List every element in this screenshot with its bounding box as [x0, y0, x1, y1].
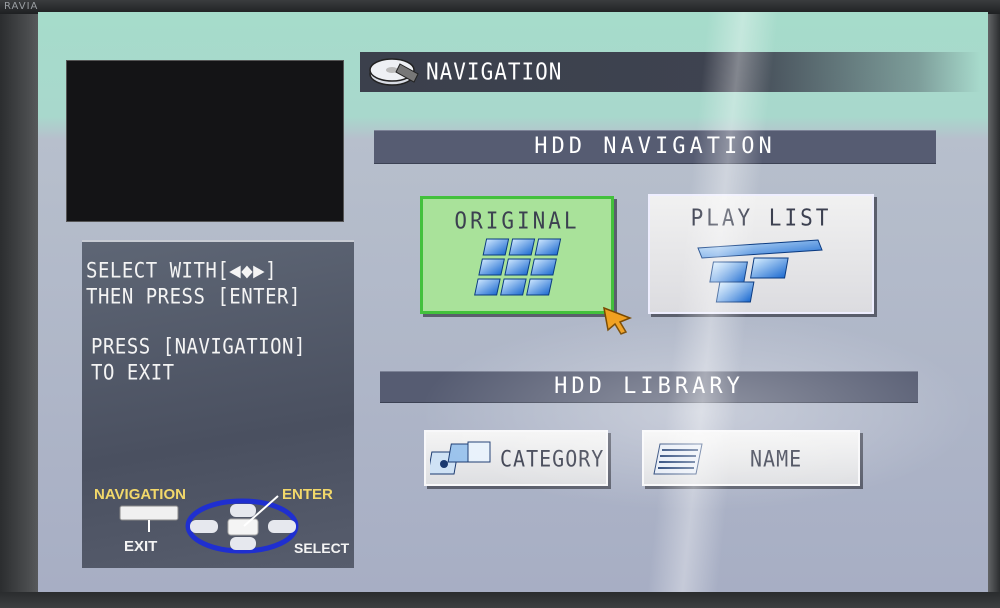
- category-icon: [430, 441, 491, 475]
- dpad-left-icon: [190, 520, 218, 533]
- original-label: ORIGINAL: [454, 207, 580, 235]
- remote-control-diagram: [119, 495, 299, 554]
- original-tile[interactable]: ORIGINAL: [420, 196, 614, 314]
- category-label: CATEGORY: [500, 445, 605, 473]
- dpad-enter-icon: [227, 518, 259, 536]
- video-preview: [66, 60, 344, 222]
- name-list-icon: [653, 443, 703, 475]
- tv-screen: SELECT WITH[◀◆▶] THEN PRESS [ENTER] PRES…: [38, 12, 988, 592]
- help-line-press-navigation: PRESS [NAVIGATION]: [91, 334, 306, 360]
- tv-brand-label: RAVIA: [4, 1, 39, 12]
- hdd-icon: [369, 58, 419, 86]
- navigation-button-icon: [119, 505, 179, 521]
- hdd-navigation-bar: HDD NAVIGATION: [374, 130, 936, 164]
- hdd-library-bar: HDD LIBRARY: [380, 371, 918, 403]
- original-grid-icon: [474, 238, 562, 296]
- help-line-select: SELECT WITH[◀◆▶]: [86, 258, 278, 284]
- category-button[interactable]: CATEGORY: [424, 430, 608, 486]
- page-title: NAVIGATION: [426, 58, 563, 86]
- dpad-up-icon: [230, 504, 256, 517]
- dpad-right-icon: [268, 520, 296, 533]
- help-panel: SELECT WITH[◀◆▶] THEN PRESS [ENTER] PRES…: [82, 240, 354, 568]
- cursor-arrow-icon: [603, 306, 633, 335]
- tv-bezel-right: [986, 14, 1000, 608]
- navigation-header: NAVIGATION: [360, 52, 980, 92]
- playlist-tile[interactable]: PLAY LIST: [648, 194, 874, 314]
- help-line-enter: THEN PRESS [ENTER]: [86, 284, 301, 310]
- dpad-down-icon: [230, 537, 256, 550]
- tv-bezel-left: [0, 14, 40, 608]
- tv-bezel-bottom: [0, 592, 1000, 608]
- name-button[interactable]: NAME: [642, 430, 860, 486]
- name-label: NAME: [750, 445, 803, 473]
- playlist-icon: [697, 239, 823, 303]
- playlist-label: PLAY LIST: [690, 204, 832, 232]
- help-line-exit: TO EXIT: [91, 360, 175, 386]
